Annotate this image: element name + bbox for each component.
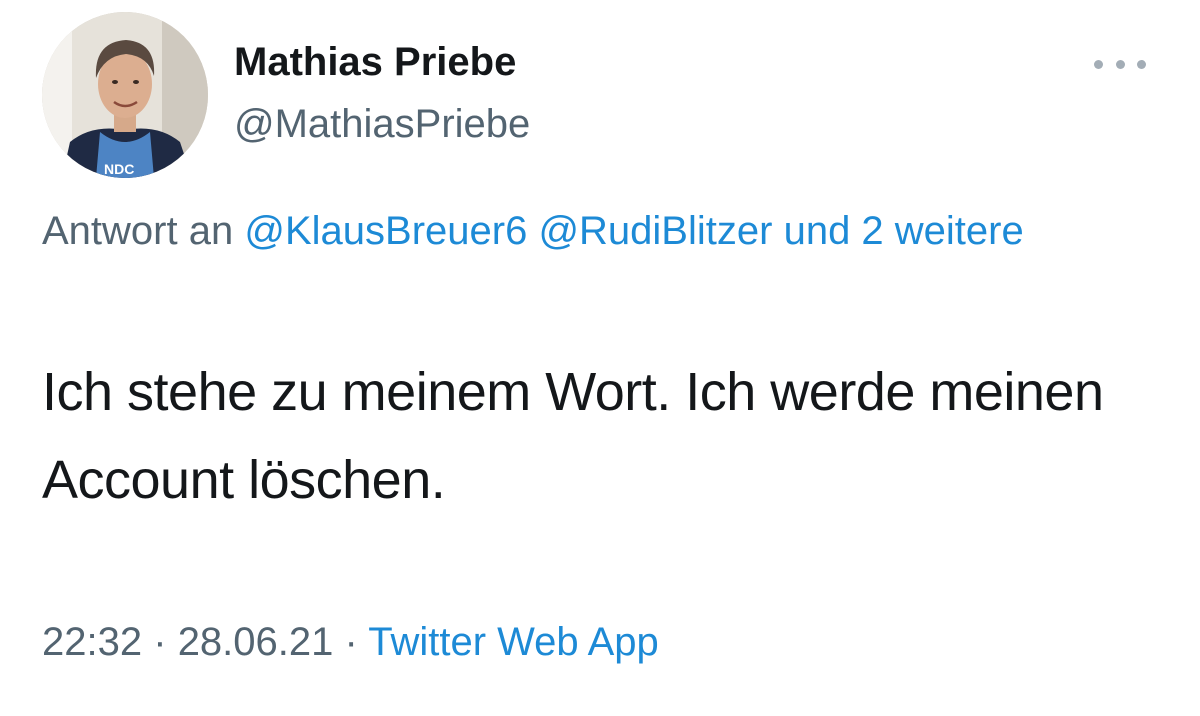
tweet-time[interactable]: 22:32 bbox=[42, 620, 142, 664]
svg-text:NDC: NDC bbox=[104, 161, 134, 177]
meta-separator: · bbox=[153, 620, 167, 664]
meta-separator: · bbox=[344, 620, 358, 664]
reply-prefix: Antwort an bbox=[42, 209, 234, 253]
more-icon[interactable] bbox=[1094, 52, 1146, 76]
more-dot bbox=[1094, 59, 1103, 69]
mention-link[interactable]: @KlausBreuer6 bbox=[244, 209, 527, 253]
more-dot bbox=[1137, 59, 1146, 69]
mention-link[interactable]: @RudiBlitzer bbox=[538, 209, 772, 253]
more-dot bbox=[1115, 59, 1125, 69]
tweet-card: NDC Mathias Priebe @MathiasPriebe Antwor… bbox=[0, 0, 1200, 716]
author-handle[interactable]: @MathiasPriebe bbox=[234, 102, 530, 147]
reply-context: Antwort an @KlausBreuer6 @RudiBlitzer un… bbox=[42, 198, 1142, 264]
tweet-text: Ich stehe zu meinem Wort. Ich werde mein… bbox=[42, 362, 1104, 510]
tweet-date[interactable]: 28.06.21 bbox=[178, 620, 334, 664]
tweet-meta: 22:32 · 28.06.21 · Twitter Web App bbox=[42, 620, 659, 665]
avatar-photo: NDC bbox=[42, 12, 208, 178]
author-display-name[interactable]: Mathias Priebe bbox=[234, 40, 516, 85]
more-mentions-link[interactable]: und 2 weitere bbox=[784, 209, 1024, 253]
tweet-source-link[interactable]: Twitter Web App bbox=[368, 620, 659, 664]
avatar[interactable]: NDC bbox=[42, 12, 208, 178]
